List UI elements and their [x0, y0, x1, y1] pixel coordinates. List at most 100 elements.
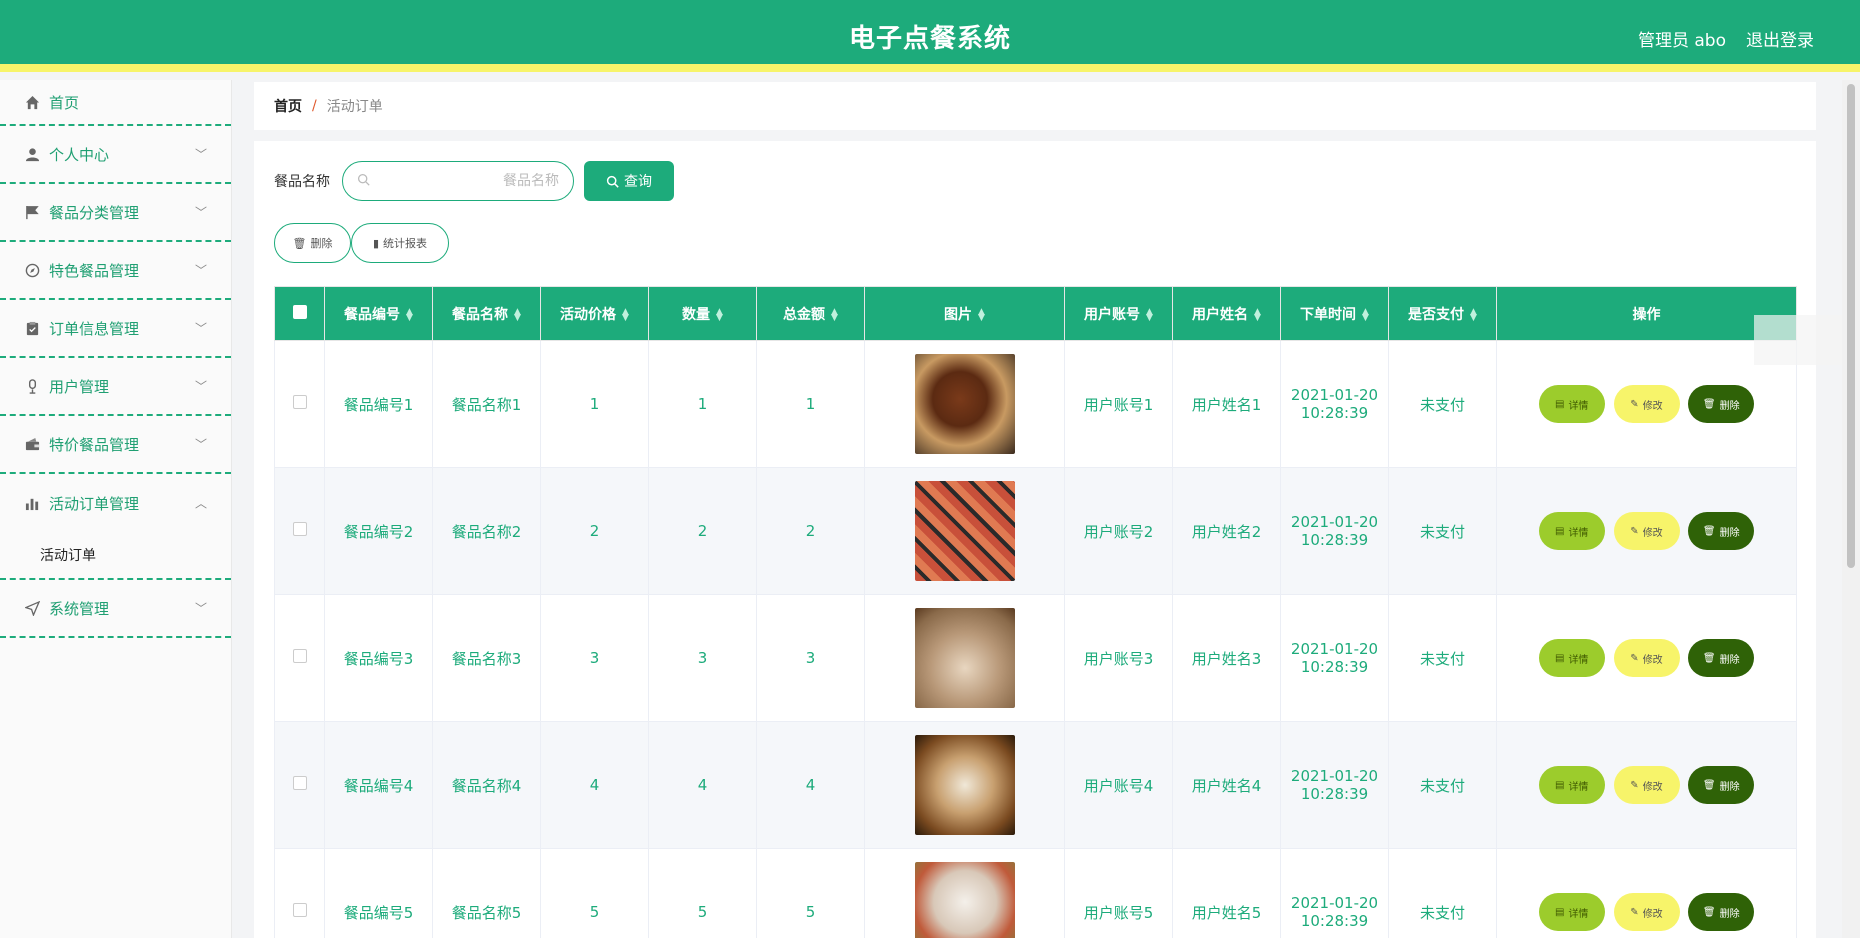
chevron-down-icon: ﹀: [194, 437, 207, 452]
food-image[interactable]: [914, 608, 1015, 708]
edit-button[interactable]: ✎ 修改: [1613, 893, 1680, 931]
document-icon: ▤: [1554, 652, 1565, 664]
stats-report-label: 统计报表: [383, 237, 428, 250]
edit-button[interactable]: ✎ 修改: [1613, 639, 1680, 677]
delete-button[interactable]: 🗑 删除: [1688, 385, 1755, 423]
sidebar-item-special[interactable]: 特价餐品管理 ﹀: [0, 416, 231, 474]
select-all-checkbox[interactable]: [292, 304, 307, 319]
sidebar-item-personal-center[interactable]: 个人中心 ﹀: [0, 126, 231, 184]
cell-image: [864, 340, 1065, 468]
row-checkbox[interactable]: [292, 776, 307, 790]
cell-code: 餐品编号1: [324, 340, 433, 468]
chevron-down-icon: ﹀: [194, 147, 207, 162]
cell-username: 用户姓名1: [1172, 340, 1281, 468]
search-input[interactable]: [370, 173, 559, 189]
cell-price: 1: [540, 340, 649, 468]
row-checkbox[interactable]: [292, 522, 307, 536]
logout-link[interactable]: 退出登录: [1746, 26, 1814, 51]
vertical-scrollbar[interactable]: [1842, 80, 1860, 938]
row-checkbox[interactable]: [292, 395, 307, 409]
table-row: 餐品编号4 餐品名称4 4 4 4 用户账号4 用户姓名4 2021-01-20…: [274, 721, 1797, 849]
table-row: 餐品编号5 餐品名称5 5 5 5 用户账号5 用户姓名5 2021-01-20…: [274, 848, 1797, 938]
sidebar-item-featured[interactable]: 特色餐品管理 ﹀: [0, 242, 231, 300]
cell-price: 5: [540, 848, 649, 938]
cell-qty: 2: [648, 467, 757, 595]
sidebar-item-users[interactable]: 用户管理 ﹀: [0, 358, 231, 416]
pencil-icon: ✎: [1630, 906, 1639, 918]
sort-icon: ▲ ▼: [716, 306, 723, 323]
sidebar-item-system[interactable]: 系统管理 ﹀: [0, 580, 231, 638]
column-header[interactable]: 总金额 ▲ ▼: [756, 286, 865, 341]
food-image[interactable]: [914, 735, 1015, 835]
row-checkbox[interactable]: [292, 649, 307, 663]
detail-button[interactable]: ▤ 详情: [1538, 766, 1605, 804]
sidebar-item-orders[interactable]: 订单信息管理 ﹀: [0, 300, 231, 358]
food-image[interactable]: [914, 354, 1015, 454]
scrollbar-thumb[interactable]: [1847, 84, 1855, 568]
search-box: [342, 161, 574, 201]
batch-delete-label: 删除: [310, 237, 333, 250]
cell-account: 用户账号4: [1064, 721, 1173, 849]
edit-button[interactable]: ✎ 修改: [1613, 512, 1680, 550]
submenu-activity-orders[interactable]: 活动订单: [0, 532, 231, 580]
row-checkbox[interactable]: [292, 903, 307, 917]
cell-username: 用户姓名2: [1172, 467, 1281, 595]
edit-button[interactable]: ✎ 修改: [1613, 385, 1680, 423]
column-header[interactable]: 图片 ▲ ▼: [864, 286, 1065, 341]
column-header[interactable]: 活动价格 ▲ ▼: [540, 286, 649, 341]
sidebar-item-label: 首页: [49, 93, 80, 112]
column-header[interactable]: 餐品编号 ▲ ▼: [324, 286, 433, 341]
detail-button[interactable]: ▤ 详情: [1538, 639, 1605, 677]
column-header[interactable]: 餐品名称 ▲ ▼: [432, 286, 541, 341]
chevron-up-icon: ︿: [194, 496, 207, 511]
admin-user-label: 管理员 abo: [1637, 31, 1726, 51]
food-image[interactable]: [914, 481, 1015, 581]
cell-account: 用户账号1: [1064, 340, 1173, 468]
cell-image: [864, 467, 1065, 595]
sidebar-item-home[interactable]: 首页: [0, 80, 231, 126]
cell-price: 4: [540, 721, 649, 849]
document-icon: ▤: [1554, 779, 1565, 791]
food-image[interactable]: [914, 862, 1015, 938]
cell-qty: 4: [648, 721, 757, 849]
chevron-down-icon: ﹀: [194, 379, 207, 394]
home-icon: [24, 94, 40, 110]
delete-button[interactable]: 🗑 删除: [1688, 512, 1755, 550]
delete-button[interactable]: 🗑 删除: [1688, 766, 1755, 804]
column-header[interactable]: 用户姓名 ▲ ▼: [1172, 286, 1281, 341]
cell-account: 用户账号3: [1064, 594, 1173, 722]
detail-button[interactable]: ▤ 详情: [1538, 512, 1605, 550]
sidebar: 首页 个人中心 ﹀ 餐品分类管理 ﹀ 特色餐品管理 ﹀ 订单信息管理 ﹀ 用户管…: [0, 80, 232, 938]
column-header[interactable]: 数量 ▲ ▼: [648, 286, 757, 341]
sidebar-item-activity-orders[interactable]: 活动订单管理 ︿: [0, 474, 231, 532]
microphone-icon: [24, 378, 40, 394]
cell-time: 2021-01-20 10:28:39: [1280, 721, 1389, 849]
query-button[interactable]: 查询: [584, 161, 674, 201]
delete-button[interactable]: 🗑 删除: [1688, 639, 1755, 677]
cell-ops: ▤ 详情 ✎ 修改 🗑 删除: [1496, 848, 1797, 938]
edit-button[interactable]: ✎ 修改: [1613, 766, 1680, 804]
cell-code: 餐品编号5: [324, 848, 433, 938]
bar-chart-icon: [24, 495, 40, 511]
delete-button[interactable]: 🗑 删除: [1688, 893, 1755, 931]
column-header[interactable]: 用户账号 ▲ ▼: [1064, 286, 1173, 341]
cell-ops: ▤ 详情 ✎ 修改 🗑 删除: [1496, 594, 1797, 722]
batch-delete-button[interactable]: 🗑 删除: [274, 223, 351, 263]
cell-code: 餐品编号4: [324, 721, 433, 849]
cell-time: 2021-01-20 10:28:39: [1280, 340, 1389, 468]
detail-button[interactable]: ▤ 详情: [1538, 385, 1605, 423]
stats-report-button[interactable]: ▮ 统计报表: [351, 223, 449, 263]
sort-icon: ▲ ▼: [1254, 306, 1261, 323]
select-all-cell[interactable]: [274, 286, 325, 341]
sidebar-item-category[interactable]: 餐品分类管理 ﹀: [0, 184, 231, 242]
sidebar-item-label: 用户管理: [49, 377, 110, 396]
column-header[interactable]: 是否支付 ▲ ▼: [1388, 286, 1497, 341]
chevron-down-icon: ﹀: [194, 601, 207, 616]
column-header[interactable]: 下单时间 ▲ ▼: [1280, 286, 1389, 341]
sort-icon: ▲ ▼: [831, 306, 838, 323]
bar-chart-icon: ▮: [372, 236, 380, 250]
detail-button[interactable]: ▤ 详情: [1538, 893, 1605, 931]
clipboard-icon: [24, 320, 40, 336]
breadcrumb-home[interactable]: 首页: [274, 96, 302, 116]
cell-image: [864, 594, 1065, 722]
